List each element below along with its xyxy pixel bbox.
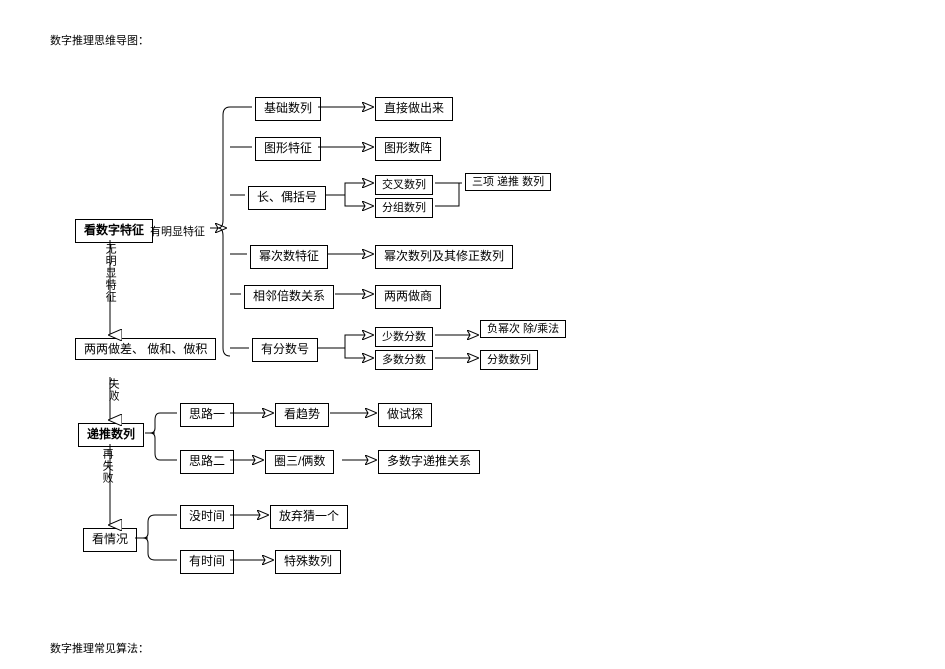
label-not-obvious: 无明显特征 [104,243,116,303]
node-b3b: 有时间 [180,550,234,574]
node-b3b-r: 特殊数列 [275,550,341,574]
page-title-top: 数字推理思维导图： [50,32,149,48]
node-a2r: 图形数阵 [375,137,441,161]
label-b2-fail: 再失败 [101,448,113,484]
node-a6r1: 少数分数 [375,327,433,347]
node-b2b-r1: 圈三/俩数 [265,450,334,474]
node-b2a-r1: 看趋势 [275,403,329,427]
node-a6s2: 分数数列 [480,350,538,370]
node-a1r: 直接做出来 [375,97,453,121]
node-a5r: 两两做商 [375,285,441,309]
node-a4: 幂次数特征 [250,245,328,269]
node-b3: 看情况 [83,528,137,552]
node-a3side: 三项 递推 数列 [465,173,551,191]
node-a6: 有分数号 [252,338,318,362]
node-b2b: 思路二 [180,450,234,474]
node-b2: 递推数列 [78,423,144,447]
node-root: 看数字特征 [75,219,153,243]
label-b1-fail: 失败 [107,378,119,402]
node-a6s1: 负幂次 除/乘法 [480,320,566,338]
label-obvious: 有明显特征 [150,223,205,239]
node-a1: 基础数列 [255,97,321,121]
node-a4r: 幂次数列及其修正数列 [375,245,513,269]
connectors [0,0,945,669]
node-a3: 长、偶括号 [248,186,326,210]
node-b2b-r2: 多数字递推关系 [378,450,480,474]
node-b3a: 没时间 [180,505,234,529]
node-b2a: 思路一 [180,403,234,427]
node-a5: 相邻倍数关系 [244,285,334,309]
page-title-bottom: 数字推理常见算法： [50,640,149,656]
node-a6r2: 多数分数 [375,350,433,370]
node-a3r1: 交叉数列 [375,175,433,195]
node-a2: 图形特征 [255,137,321,161]
node-b2a-r2: 做试探 [378,403,432,427]
node-a3r2: 分组数列 [375,198,433,218]
node-b3a-r: 放弃猜一个 [270,505,348,529]
node-b1: 两两做差、 做和、做积 [75,338,216,360]
